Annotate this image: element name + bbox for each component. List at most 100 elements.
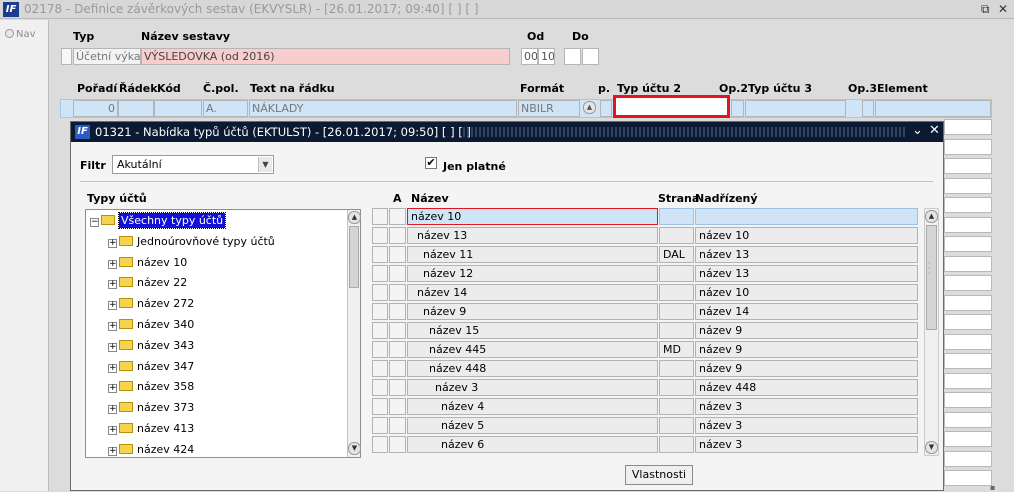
- expand-icon[interactable]: +: [108, 280, 117, 290]
- cell-nazev[interactable]: název 12: [407, 265, 658, 282]
- filtr-dropdown[interactable]: Akutální ▼: [112, 155, 274, 174]
- cell-strana[interactable]: [659, 284, 694, 301]
- cell-typ-uctu-3[interactable]: [745, 100, 846, 117]
- cell-nazev[interactable]: název 10: [407, 208, 658, 225]
- cell-strana[interactable]: [659, 303, 694, 320]
- row-selector[interactable]: [372, 246, 388, 263]
- cell-nazev[interactable]: název 11: [407, 246, 658, 263]
- grid-row[interactable]: název 9 název 14: [372, 303, 919, 320]
- tree-item[interactable]: + název 373: [108, 399, 194, 416]
- cell-nazev[interactable]: název 5: [407, 417, 658, 434]
- cell-a[interactable]: [389, 246, 406, 263]
- grid-row[interactable]: název 14 název 10: [372, 284, 919, 301]
- cell-nazev[interactable]: název 4: [407, 398, 658, 415]
- row-selector[interactable]: [372, 322, 388, 339]
- tree-item[interactable]: + název 10: [108, 254, 187, 271]
- row-selector[interactable]: [372, 341, 388, 358]
- grid-row[interactable]: název 6 název 3: [372, 436, 919, 453]
- cell-op3[interactable]: [862, 100, 874, 117]
- scroll-up-icon[interactable]: ▲: [583, 101, 596, 114]
- cell-strana[interactable]: [659, 227, 694, 244]
- cell-a[interactable]: [389, 265, 406, 282]
- scroll-down-icon[interactable]: ▼: [925, 441, 938, 454]
- cell-a[interactable]: [389, 360, 406, 377]
- cell-poradi[interactable]: 0: [73, 100, 118, 117]
- grid-row[interactable]: název 5 název 3: [372, 417, 919, 434]
- chevron-down-icon[interactable]: ▼: [258, 157, 272, 172]
- cell-a[interactable]: [389, 417, 406, 434]
- row-selector[interactable]: [372, 303, 388, 320]
- scroll-down-icon[interactable]: ▼: [348, 442, 361, 455]
- cell-a[interactable]: [389, 379, 406, 396]
- expand-icon[interactable]: +: [108, 342, 117, 352]
- cell-nadrizeny[interactable]: název 10: [695, 284, 918, 301]
- cell-strana[interactable]: [659, 436, 694, 453]
- account-type-tree[interactable]: − Všechny typy účtů + Jednoúrovňové typy úč…: [85, 209, 361, 458]
- row-selector[interactable]: [61, 48, 72, 65]
- cell-element[interactable]: [875, 100, 991, 117]
- cell-strana[interactable]: [659, 322, 694, 339]
- cell-nazev[interactable]: název 13: [407, 227, 658, 244]
- grid-row[interactable]: název 15 název 9: [372, 322, 919, 339]
- grid-row[interactable]: název 4 název 3: [372, 398, 919, 415]
- cell-nadrizeny[interactable]: název 3: [695, 398, 918, 415]
- jen-platne-checkbox[interactable]: ✔: [425, 157, 437, 169]
- cell-op2[interactable]: [731, 100, 744, 117]
- row-selector[interactable]: [372, 379, 388, 396]
- cell-nadrizeny[interactable]: název 14: [695, 303, 918, 320]
- cell-a[interactable]: [389, 436, 406, 453]
- tree-item[interactable]: + název 343: [108, 337, 194, 354]
- cell-strana[interactable]: [659, 417, 694, 434]
- cell-nazev[interactable]: název 15: [407, 322, 658, 339]
- splitter-grip-icon[interactable]: · · ·: [348, 244, 351, 265]
- expand-icon[interactable]: +: [108, 405, 117, 415]
- cell-a[interactable]: [389, 227, 406, 244]
- cell-nadrizeny[interactable]: název 9: [695, 322, 918, 339]
- do-field-2[interactable]: [582, 48, 599, 65]
- close-window-icon[interactable]: ✕: [998, 2, 1008, 16]
- cell-a[interactable]: [389, 284, 406, 301]
- restore-window-icon[interactable]: ⧉: [981, 2, 990, 17]
- row-selector[interactable]: [372, 417, 388, 434]
- scroll-up-icon[interactable]: ▲: [348, 211, 361, 224]
- tree-item[interactable]: + název 340: [108, 316, 194, 333]
- cell-nadrizeny[interactable]: název 448: [695, 379, 918, 396]
- cell-nadrizeny[interactable]: název 13: [695, 265, 918, 282]
- nav-toggle[interactable]: Nav: [5, 29, 36, 40]
- expand-icon[interactable]: +: [108, 426, 117, 435]
- expand-icon[interactable]: +: [108, 238, 117, 248]
- row-selector[interactable]: [372, 284, 388, 301]
- grid-row[interactable]: název 3 název 448: [372, 379, 919, 396]
- tree-item[interactable]: + název 424: [108, 441, 194, 457]
- scroll-up-icon[interactable]: ▲: [925, 210, 938, 223]
- cell-nazev[interactable]: název 14: [407, 284, 658, 301]
- expand-icon[interactable]: +: [108, 322, 117, 331]
- expand-icon[interactable]: +: [108, 301, 117, 311]
- cell-typ-uctu-2-highlighted[interactable]: [613, 95, 730, 118]
- row-selector[interactable]: [372, 265, 388, 282]
- expand-icon[interactable]: +: [108, 384, 117, 394]
- tree-item[interactable]: + název 358: [108, 378, 194, 395]
- vlastnosti-button[interactable]: Vlastnosti: [625, 465, 693, 485]
- cell-nazev[interactable]: název 3: [407, 379, 658, 396]
- close-dialog-icon[interactable]: ✕: [929, 123, 940, 138]
- grid-row[interactable]: název 10: [372, 208, 919, 225]
- row-selector[interactable]: [372, 398, 388, 415]
- cell-nadrizeny[interactable]: [695, 208, 918, 225]
- cell-a[interactable]: [389, 341, 406, 358]
- tree-item[interactable]: + název 347: [108, 358, 194, 375]
- row-selector[interactable]: [372, 360, 388, 377]
- tree-item[interactable]: + název 22: [108, 274, 187, 291]
- od-field-2[interactable]: 10: [538, 48, 555, 65]
- expand-icon[interactable]: +: [108, 259, 117, 269]
- cell-nadrizeny[interactable]: název 3: [695, 436, 918, 453]
- do-field-1[interactable]: [564, 48, 581, 65]
- typ-field[interactable]: Účetní výkaz: [73, 48, 141, 65]
- grid-row[interactable]: název 13 název 10: [372, 227, 919, 244]
- cell-nazev[interactable]: název 9: [407, 303, 658, 320]
- row-selector[interactable]: [372, 227, 388, 244]
- collapse-icon[interactable]: −: [90, 218, 99, 227]
- cell-nadrizeny[interactable]: název 9: [695, 360, 918, 377]
- expand-icon[interactable]: +: [108, 446, 117, 456]
- cell-nadrizeny[interactable]: název 9: [695, 341, 918, 358]
